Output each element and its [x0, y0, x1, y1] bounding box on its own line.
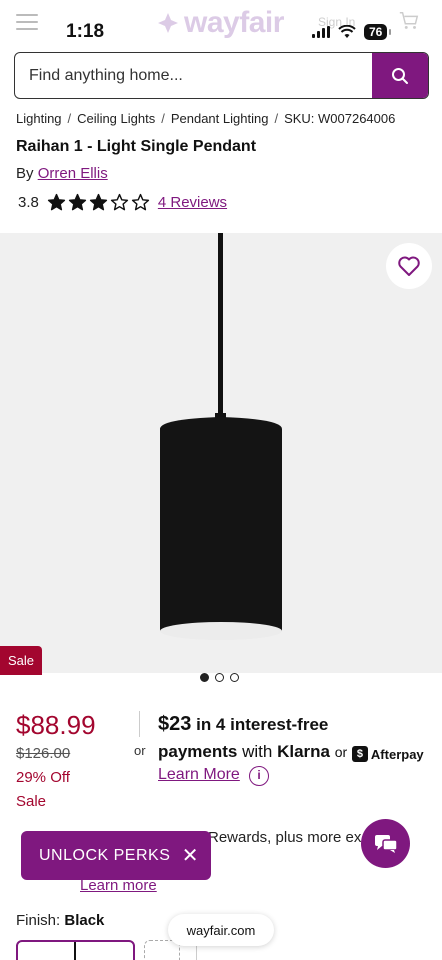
unlock-perks-banner[interactable]: UNLOCK PERKS ✕: [21, 831, 211, 880]
search-bar: [14, 52, 429, 99]
menu-icon[interactable]: [16, 14, 38, 30]
search-input[interactable]: [15, 53, 372, 98]
sale-tag: Sale: [0, 646, 43, 675]
financing-or: or: [334, 744, 348, 760]
finish-value: Black: [64, 912, 105, 929]
search-button[interactable]: [372, 53, 428, 98]
cart-icon[interactable]: [398, 10, 420, 32]
financing-text-1: in 4 interest-free: [191, 715, 329, 734]
financing-text-2: payments: [158, 742, 238, 761]
or-label: or: [134, 743, 146, 758]
financing-learn-more-link[interactable]: Learn More: [158, 766, 240, 784]
financing-with: with: [242, 742, 273, 761]
wifi-icon: [338, 25, 356, 38]
brand-link[interactable]: Orren Ellis: [38, 165, 108, 182]
cellular-signal-icon: [312, 26, 330, 38]
afterpay-icon: $: [351, 746, 368, 762]
heart-icon: [398, 256, 420, 276]
breadcrumb-separator: /: [161, 111, 165, 126]
status-time: 1:18: [66, 21, 105, 42]
favorite-button[interactable]: [386, 243, 432, 289]
product-byline: By Orren Ellis: [16, 165, 108, 182]
product-title: Raihan 1 - Light Single Pendant: [16, 138, 257, 155]
product-image-carousel[interactable]: Sale: [0, 233, 442, 675]
chat-button[interactable]: [361, 819, 410, 868]
klarna-logo: Klarna: [277, 742, 330, 761]
search-icon: [392, 67, 408, 84]
star-filled-icon: [68, 193, 86, 211]
original-price: $126.00: [16, 745, 71, 762]
rewards-text: Rewards, plus more ex: [208, 829, 362, 846]
percent-off: 29% Off: [16, 769, 70, 786]
finish-label: Finish:: [16, 912, 61, 929]
star-rating: [47, 193, 150, 212]
wayfair-logo-icon: [158, 13, 178, 33]
finish-swatch-black[interactable]: [16, 940, 135, 960]
battery-indicator: 76: [364, 24, 392, 40]
breadcrumb-sku: SKU: W007264006: [284, 111, 396, 126]
chat-icon: [374, 834, 398, 853]
carousel-dot[interactable]: [230, 673, 239, 682]
unlock-perks-label: UNLOCK PERKS: [39, 846, 171, 864]
rating-value: 3.8: [18, 194, 39, 211]
wayfair-logo[interactable]: wayfair: [156, 6, 284, 40]
byline-prefix: By: [16, 165, 34, 182]
logo-text: wayfair: [184, 6, 284, 39]
breadcrumb-separator: /: [67, 111, 72, 126]
sale-label: Sale: [16, 793, 47, 810]
reviews-link[interactable]: 4 Reviews: [158, 194, 227, 211]
price-divider: [139, 711, 140, 737]
carousel-dot[interactable]: [200, 673, 209, 682]
finish-selector-label: Finish: Black: [16, 912, 104, 929]
breadcrumb-item-lighting[interactable]: Lighting: [16, 111, 62, 126]
breadcrumb-item-ceiling-lights[interactable]: Ceiling Lights: [77, 111, 155, 126]
product-rating: 3.8 4 Reviews: [18, 193, 227, 212]
star-empty-icon: [110, 193, 128, 211]
pendant-light-image: [160, 233, 282, 640]
star-filled-icon: [47, 193, 65, 211]
star-empty-icon: [131, 193, 149, 211]
info-icon[interactable]: i: [249, 766, 269, 786]
browser-url-bar[interactable]: wayfair.com: [168, 914, 274, 946]
breadcrumb: Lighting / Ceiling Lights / Pendant Lighting…: [16, 111, 395, 126]
carousel-dot[interactable]: [215, 673, 224, 682]
installment-amount: $23: [158, 713, 192, 735]
breadcrumb-separator: /: [274, 111, 279, 126]
afterpay-logo: $ Afterpay: [351, 741, 424, 768]
system-icons: 76: [312, 24, 392, 40]
financing-info: $23 in 4 interest-free payments with Kla…: [158, 711, 438, 768]
status-bar: 1:18 wayfair Sign In 76: [0, 0, 442, 52]
current-price: $88.99: [16, 710, 96, 740]
afterpay-text: Afterpay: [370, 746, 424, 762]
carousel-dots: [200, 673, 239, 682]
close-icon[interactable]: ✕: [182, 843, 199, 868]
star-filled-icon: [89, 193, 107, 211]
breadcrumb-item-pendant-lighting[interactable]: Pendant Lighting: [171, 111, 269, 126]
